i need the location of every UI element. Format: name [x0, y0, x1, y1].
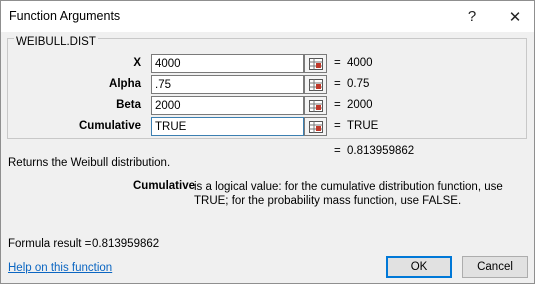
- result-equals: =: [334, 145, 341, 157]
- function-arguments-dialog: Function Arguments ? ✕ WEIBULL.DIST X = …: [0, 0, 535, 284]
- question-icon: ?: [467, 8, 477, 25]
- arg-equals-cumulative: =: [334, 120, 341, 132]
- range-selector-icon: [308, 120, 323, 133]
- arg-input-beta[interactable]: [151, 96, 304, 115]
- argument-help-name: Cumulative: [133, 180, 195, 192]
- range-selector-icon: [308, 78, 323, 91]
- function-description: Returns the Weibull distribution.: [8, 157, 171, 169]
- arg-ref-button-cumulative[interactable]: [304, 117, 327, 136]
- arg-label-cumulative: Cumulative: [79, 120, 141, 132]
- help-button[interactable]: ?: [456, 1, 488, 32]
- formula-result-label: Formula result =: [8, 238, 92, 250]
- close-button[interactable]: ✕: [499, 1, 531, 32]
- range-selector-icon: [308, 57, 323, 70]
- arg-evaluated-alpha: 0.75: [347, 78, 370, 90]
- arg-input-x[interactable]: [151, 54, 304, 73]
- arg-label-alpha: Alpha: [109, 78, 141, 90]
- arg-evaluated-cumulative: TRUE: [347, 120, 379, 132]
- arg-ref-button-beta[interactable]: [304, 96, 327, 115]
- range-selector-icon: [308, 99, 323, 112]
- arg-evaluated-x: 4000: [347, 57, 373, 69]
- arg-ref-button-x[interactable]: [304, 54, 327, 73]
- result-value: 0.813959862: [347, 145, 415, 157]
- arg-label-beta: Beta: [116, 99, 141, 111]
- argument-help-text: is a logical value: for the cumulative d…: [194, 181, 503, 207]
- arg-input-alpha[interactable]: [151, 75, 304, 94]
- formula-result-value: 0.813959862: [92, 238, 160, 250]
- cancel-button[interactable]: Cancel: [462, 256, 528, 278]
- arg-label-x: X: [133, 57, 141, 69]
- title-bar: Function Arguments ? ✕: [1, 1, 534, 32]
- arg-equals-x: =: [334, 57, 341, 69]
- arg-ref-button-alpha[interactable]: [304, 75, 327, 94]
- ok-button[interactable]: OK: [386, 256, 452, 278]
- close-icon: ✕: [508, 8, 522, 26]
- arg-equals-beta: =: [334, 99, 341, 111]
- dialog-title: Function Arguments: [9, 9, 121, 23]
- arg-evaluated-beta: 2000: [347, 99, 373, 111]
- help-on-function-link[interactable]: Help on this function: [8, 262, 112, 274]
- arg-equals-alpha: =: [334, 78, 341, 90]
- arg-input-cumulative[interactable]: [151, 117, 304, 136]
- function-name: WEIBULL.DIST: [14, 36, 98, 48]
